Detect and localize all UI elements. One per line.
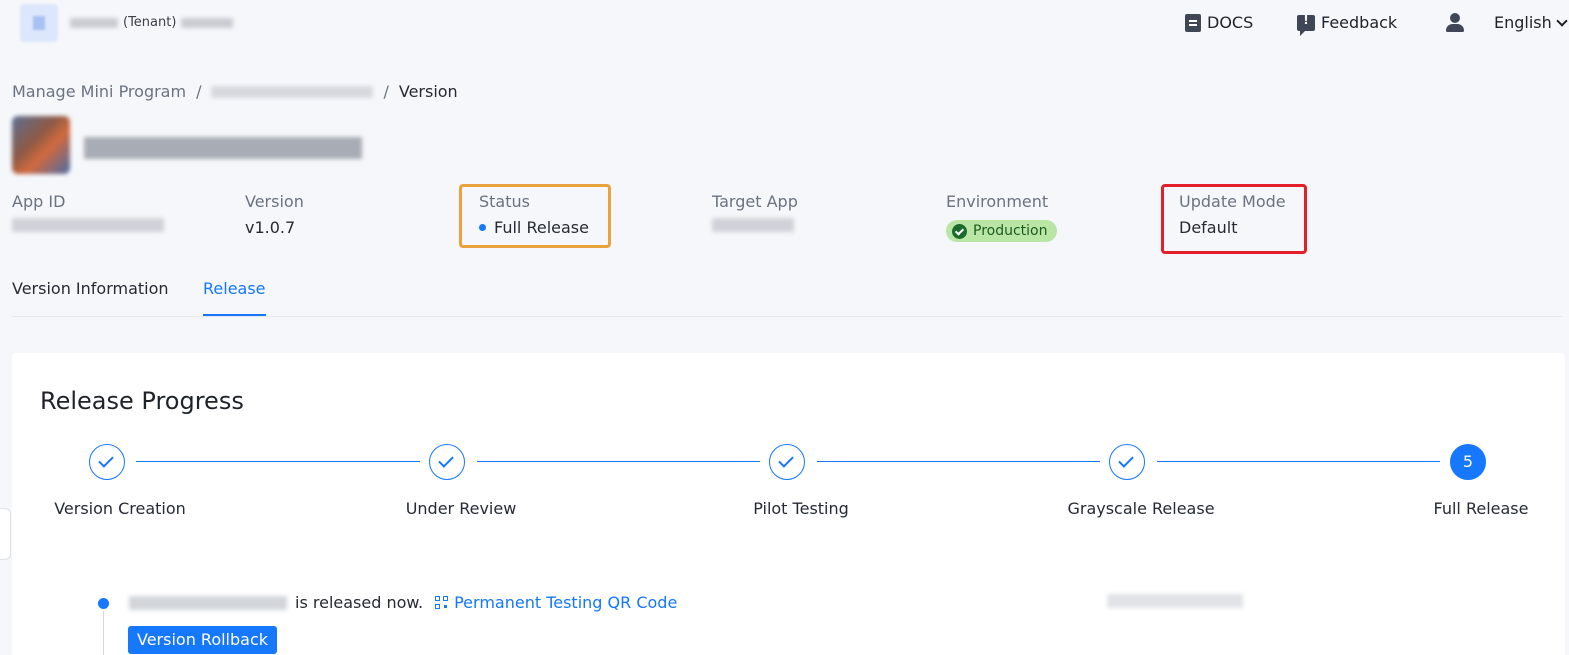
tab-bar: Version Information Release <box>12 279 1562 317</box>
step-connector <box>477 461 760 462</box>
target-app-value <box>712 218 798 232</box>
check-circle-icon <box>952 223 967 239</box>
docs-link[interactable]: DOCS <box>1185 13 1253 32</box>
status-highlight-box <box>459 184 611 248</box>
version-label: Version <box>245 192 304 211</box>
step-3-complete <box>769 444 805 480</box>
redacted-release-name <box>129 595 287 610</box>
step-label-under-review: Under Review <box>405 499 517 518</box>
breadcrumb-separator: / <box>196 82 202 101</box>
feedback-icon <box>1297 13 1315 36</box>
app-id-label: App ID <box>12 192 66 211</box>
step-connector <box>1157 461 1440 462</box>
side-drawer-handle[interactable] <box>0 508 11 560</box>
version-rollback-button[interactable]: Version Rollback <box>128 626 278 654</box>
tab-release[interactable]: Release <box>203 279 266 316</box>
tenant-name[interactable]: (Tenant) <box>70 15 234 30</box>
checkmark-icon <box>778 452 794 468</box>
environment-value: Production <box>946 218 1058 242</box>
feedback-link[interactable]: Feedback <box>1297 13 1398 36</box>
step-1-complete <box>89 444 125 480</box>
breadcrumb: Manage Mini Program / / Version <box>12 82 458 101</box>
checkmark-icon <box>1118 452 1134 468</box>
released-text: is released now. <box>295 593 424 612</box>
qr-code-icon <box>435 596 449 609</box>
environment-text: Production <box>973 223 1048 239</box>
top-bar: (Tenant) DOCS Feedback English <box>0 0 1569 48</box>
meta-app-id: App ID <box>12 192 164 232</box>
document-icon <box>1185 13 1201 32</box>
step-connector <box>136 461 420 462</box>
step-4-complete <box>1109 444 1145 480</box>
update-mode-highlight-box <box>1161 184 1307 254</box>
timeline-line <box>103 611 104 655</box>
language-selector[interactable]: English <box>1494 13 1568 32</box>
timeline-dot <box>98 598 109 609</box>
tab-version-information[interactable]: Version Information <box>12 279 169 316</box>
qr-link-label: Permanent Testing QR Code <box>454 593 678 612</box>
step-label-pilot-testing: Pilot Testing <box>753 499 849 518</box>
user-avatar-icon[interactable] <box>1445 13 1465 33</box>
breadcrumb-redacted-app[interactable] <box>211 85 374 98</box>
redacted-tenant-name <box>70 17 118 28</box>
app-id-value <box>12 218 164 232</box>
environment-badge: Production <box>946 220 1058 242</box>
release-progress-panel: Release Progress 5 Version Creation Unde… <box>12 353 1565 655</box>
version-value: v1.0.7 <box>245 218 296 237</box>
target-app-label: Target App <box>712 192 798 211</box>
breadcrumb-current: Version <box>398 82 458 101</box>
environment-label: Environment <box>946 192 1049 211</box>
timeline-entry: is released now. Permanent Testing QR Co… <box>129 593 677 612</box>
docs-label: DOCS <box>1207 13 1254 32</box>
meta-version: Version v1.0.7 <box>245 192 304 237</box>
step-5-current: 5 <box>1450 444 1486 480</box>
step-2-complete <box>429 444 465 480</box>
checkmark-icon <box>438 452 454 468</box>
language-label: English <box>1494 13 1552 32</box>
redacted-tenant-id <box>181 17 234 28</box>
meta-target-app: Target App <box>712 192 798 232</box>
breadcrumb-root[interactable]: Manage Mini Program <box>12 82 186 101</box>
step-connector <box>817 461 1100 462</box>
permanent-testing-qr-link[interactable]: Permanent Testing QR Code <box>435 593 677 612</box>
step-label-full-release: Full Release <box>1433 499 1529 518</box>
app-avatar <box>12 116 70 174</box>
timeline-date-redacted <box>1107 594 1243 608</box>
meta-environment: Environment Production <box>946 192 1058 242</box>
tenant-logo <box>20 4 58 42</box>
tenant-suffix: (Tenant) <box>123 15 177 30</box>
chevron-down-icon <box>1556 14 1568 27</box>
checkmark-icon <box>98 452 114 468</box>
app-name-redacted <box>84 137 362 163</box>
step-label-grayscale-release: Grayscale Release <box>1067 499 1215 518</box>
step-label-version-creation: Version Creation <box>54 499 186 518</box>
feedback-label: Feedback <box>1321 13 1398 32</box>
breadcrumb-separator: / <box>383 82 389 101</box>
release-progress-title: Release Progress <box>40 387 244 415</box>
